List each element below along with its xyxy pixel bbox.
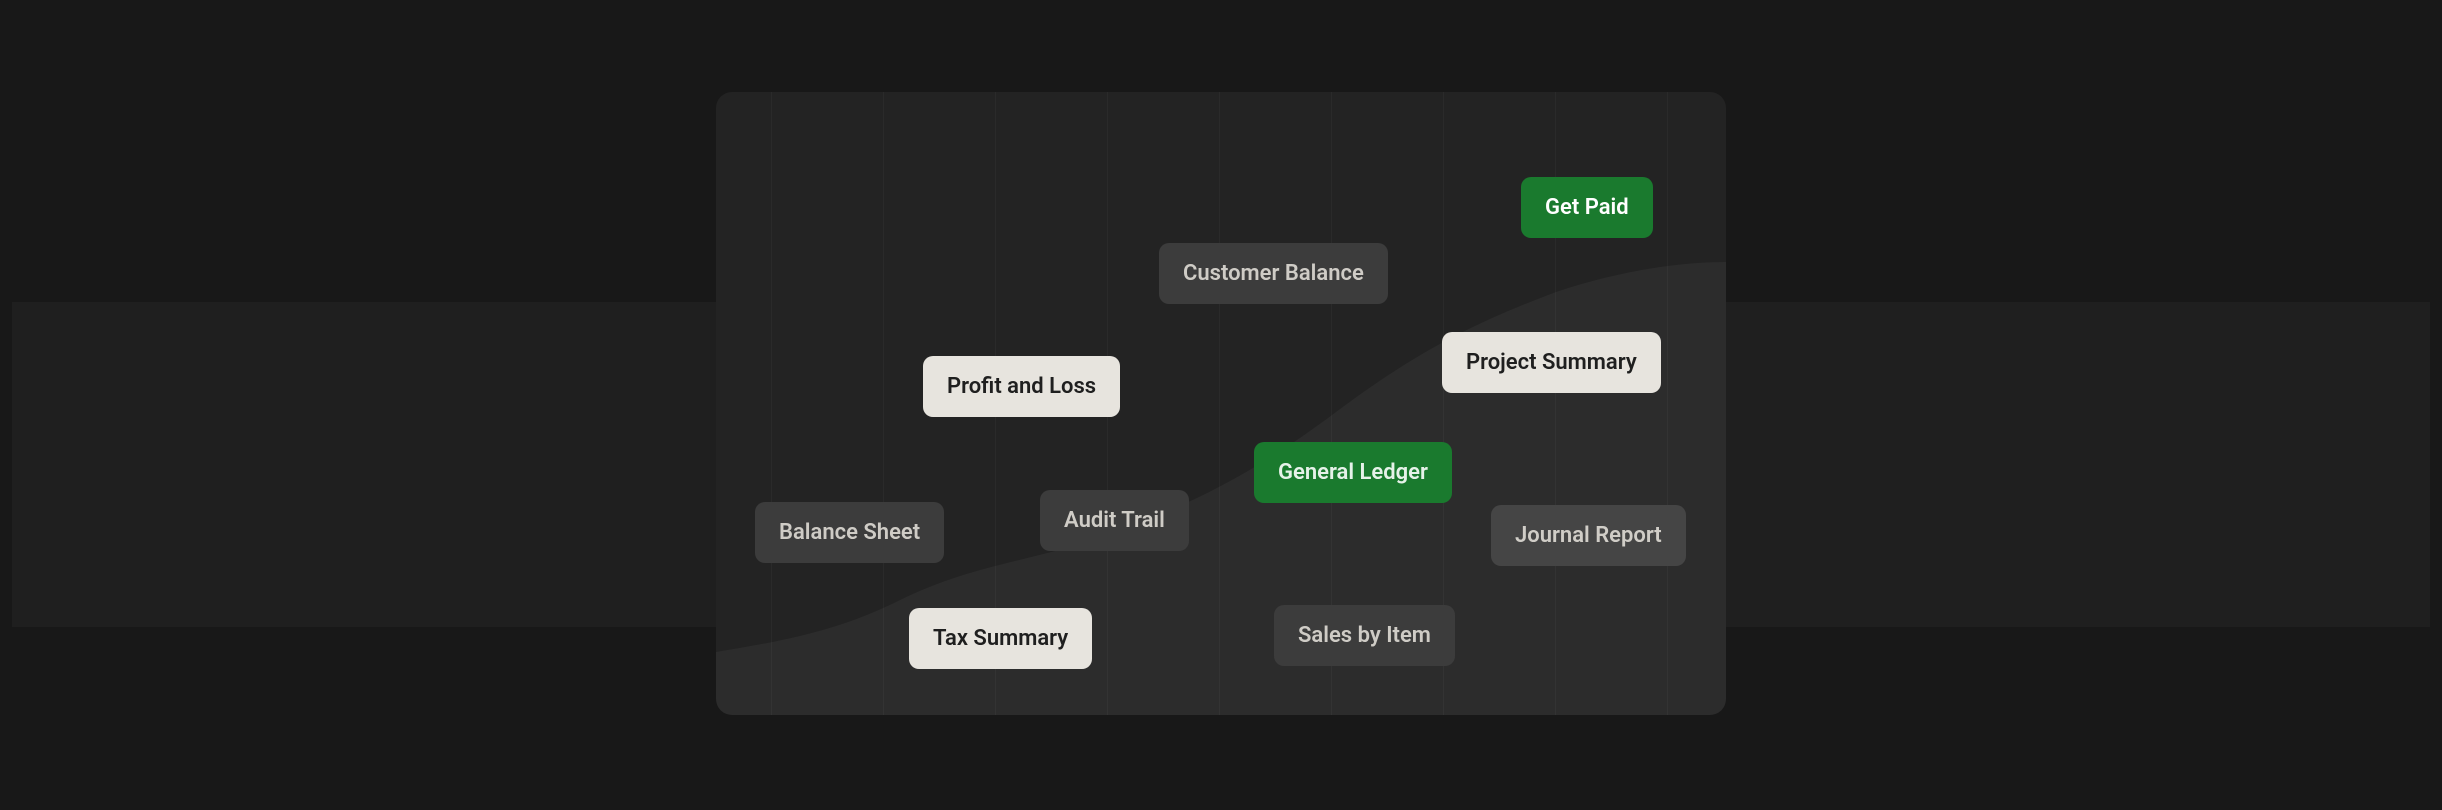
general-ledger-button[interactable]: General Ledger xyxy=(1254,442,1452,503)
pill-label: Sales by Item xyxy=(1298,623,1431,648)
pill-label: Get Paid xyxy=(1545,195,1629,220)
journal-report-button[interactable]: Journal Report xyxy=(1491,505,1686,566)
balance-sheet-button[interactable]: Balance Sheet xyxy=(755,502,944,563)
sales-by-item-button[interactable]: Sales by Item xyxy=(1274,605,1455,666)
profit-and-loss-button[interactable]: Profit and Loss xyxy=(923,356,1120,417)
customer-balance-button[interactable]: Customer Balance xyxy=(1159,243,1388,304)
project-summary-button[interactable]: Project Summary xyxy=(1442,332,1661,393)
get-paid-button[interactable]: Get Paid xyxy=(1521,177,1653,238)
tax-summary-button[interactable]: Tax Summary xyxy=(909,608,1092,669)
pill-label: Balance Sheet xyxy=(779,520,920,545)
page-frame: Get Paid Customer Balance Project Summar… xyxy=(12,12,2430,798)
pill-label: Project Summary xyxy=(1466,350,1637,375)
pill-label: Journal Report xyxy=(1515,523,1662,548)
pill-label: Audit Trail xyxy=(1064,508,1165,533)
pill-label: General Ledger xyxy=(1278,460,1428,485)
pill-label: Profit and Loss xyxy=(947,374,1096,399)
pill-label: Tax Summary xyxy=(933,626,1068,651)
pill-label: Customer Balance xyxy=(1183,261,1364,286)
audit-trail-button[interactable]: Audit Trail xyxy=(1040,490,1189,551)
reports-card: Get Paid Customer Balance Project Summar… xyxy=(716,92,1726,715)
